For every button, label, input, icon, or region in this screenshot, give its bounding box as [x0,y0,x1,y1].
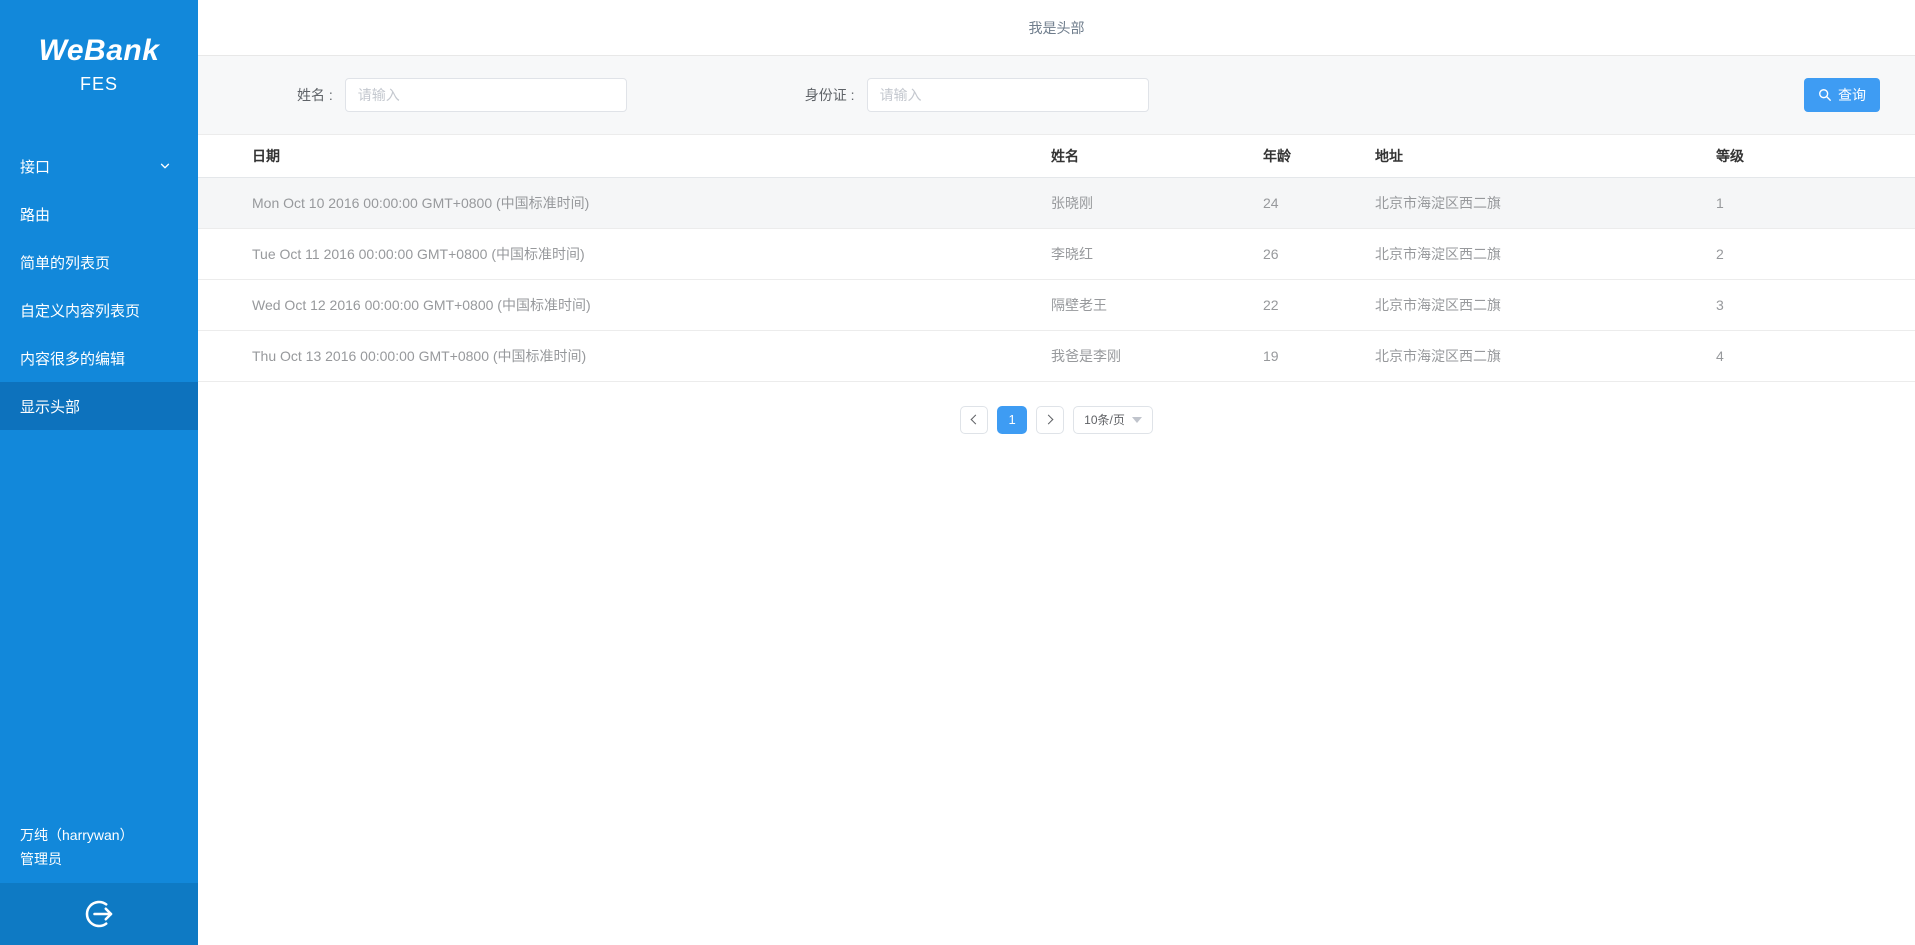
sidebar-item-label: 简单的列表页 [20,252,110,273]
cell-date: Wed Oct 12 2016 00:00:00 GMT+0800 (中国标准时… [198,279,1051,330]
app-root: WeBank FES 接口 路由 简单的列表页 自定义内容列表页 内容很多的编辑… [0,0,1915,945]
table-row[interactable]: Wed Oct 12 2016 00:00:00 GMT+0800 (中国标准时… [198,279,1915,330]
cell-date: Tue Oct 11 2016 00:00:00 GMT+0800 (中国标准时… [198,228,1051,279]
table-row[interactable]: Mon Oct 10 2016 00:00:00 GMT+0800 (中国标准时… [198,177,1915,228]
cell-name: 隔壁老王 [1051,279,1263,330]
id-label: 身份证 : [805,85,855,105]
sidebar-item-label: 显示头部 [20,396,80,417]
sidebar-item-show-header[interactable]: 显示头部 [0,382,198,430]
user-name: 万纯（harrywan） [20,823,178,847]
logout-icon [81,896,117,932]
cell-age: 22 [1263,279,1375,330]
name-input[interactable] [345,78,627,112]
name-label: 姓名 : [297,85,333,105]
page-title: 我是头部 [1029,18,1085,38]
cell-address: 北京市海淀区西二旗 [1375,279,1716,330]
cell-age: 24 [1263,177,1375,228]
sidebar-menu: 接口 路由 简单的列表页 自定义内容列表页 内容很多的编辑 显示头部 [0,120,198,430]
table-header-row: 日期 姓名 年龄 地址 等级 [198,135,1915,177]
sidebar-item-custom-list[interactable]: 自定义内容列表页 [0,286,198,334]
search-icon [1818,88,1832,102]
sidebar-item-label: 自定义内容列表页 [20,300,140,321]
user-info: 万纯（harrywan） 管理员 [0,823,198,883]
column-header-age: 年龄 [1263,135,1375,177]
cell-level: 2 [1716,228,1915,279]
logout-button[interactable] [81,896,117,932]
cell-level: 4 [1716,330,1915,381]
data-table: 日期 姓名 年龄 地址 等级 Mon Oct 10 2016 00:00:00 … [198,135,1915,382]
page-size-select[interactable]: 10条/页 [1073,406,1153,434]
page-size-label: 10条/页 [1084,411,1125,428]
logo: WeBank FES [0,0,198,120]
cell-level: 1 [1716,177,1915,228]
cell-name: 我爸是李刚 [1051,330,1263,381]
cell-name: 李晓红 [1051,228,1263,279]
brand-wordmark: WeBank [0,34,198,68]
sidebar-item-interface[interactable]: 接口 [0,142,198,190]
sidebar-item-route[interactable]: 路由 [0,190,198,238]
column-header-level: 等级 [1716,135,1915,177]
column-header-name: 姓名 [1051,135,1263,177]
sidebar-item-simple-list[interactable]: 简单的列表页 [0,238,198,286]
chevron-right-icon [1044,415,1054,425]
cell-name: 张晓刚 [1051,177,1263,228]
prev-page-button[interactable] [960,406,988,434]
chevron-down-icon [158,159,172,173]
cell-level: 3 [1716,279,1915,330]
id-input[interactable] [867,78,1149,112]
sidebar-item-label: 路由 [20,204,50,225]
sidebar: WeBank FES 接口 路由 简单的列表页 自定义内容列表页 内容很多的编辑… [0,0,198,945]
sidebar-item-label: 接口 [20,156,50,177]
main-content: 我是头部 姓名 : 身份证 : 查询 日期 姓名 年龄 [198,0,1915,945]
page-number-button[interactable]: 1 [997,406,1027,434]
brand-subtitle: FES [0,74,198,95]
query-button[interactable]: 查询 [1804,78,1880,112]
cell-date: Thu Oct 13 2016 00:00:00 GMT+0800 (中国标准时… [198,330,1051,381]
query-button-label: 查询 [1838,85,1866,105]
sidebar-footer [0,883,198,945]
caret-down-icon [1132,417,1142,423]
pagination: 1 10条/页 [198,406,1915,434]
cell-address: 北京市海淀区西二旗 [1375,228,1716,279]
column-header-address: 地址 [1375,135,1716,177]
cell-address: 北京市海淀区西二旗 [1375,330,1716,381]
table-row[interactable]: Tue Oct 11 2016 00:00:00 GMT+0800 (中国标准时… [198,228,1915,279]
search-bar: 姓名 : 身份证 : 查询 [198,56,1915,135]
chevron-left-icon [971,415,981,425]
next-page-button[interactable] [1036,406,1064,434]
cell-date: Mon Oct 10 2016 00:00:00 GMT+0800 (中国标准时… [198,177,1051,228]
page-header: 我是头部 [198,0,1915,56]
cell-age: 19 [1263,330,1375,381]
cell-address: 北京市海淀区西二旗 [1375,177,1716,228]
cell-age: 26 [1263,228,1375,279]
column-header-date: 日期 [198,135,1051,177]
table-row[interactable]: Thu Oct 13 2016 00:00:00 GMT+0800 (中国标准时… [198,330,1915,381]
user-role: 管理员 [20,847,178,871]
sidebar-item-rich-edit[interactable]: 内容很多的编辑 [0,334,198,382]
sidebar-item-label: 内容很多的编辑 [20,348,125,369]
